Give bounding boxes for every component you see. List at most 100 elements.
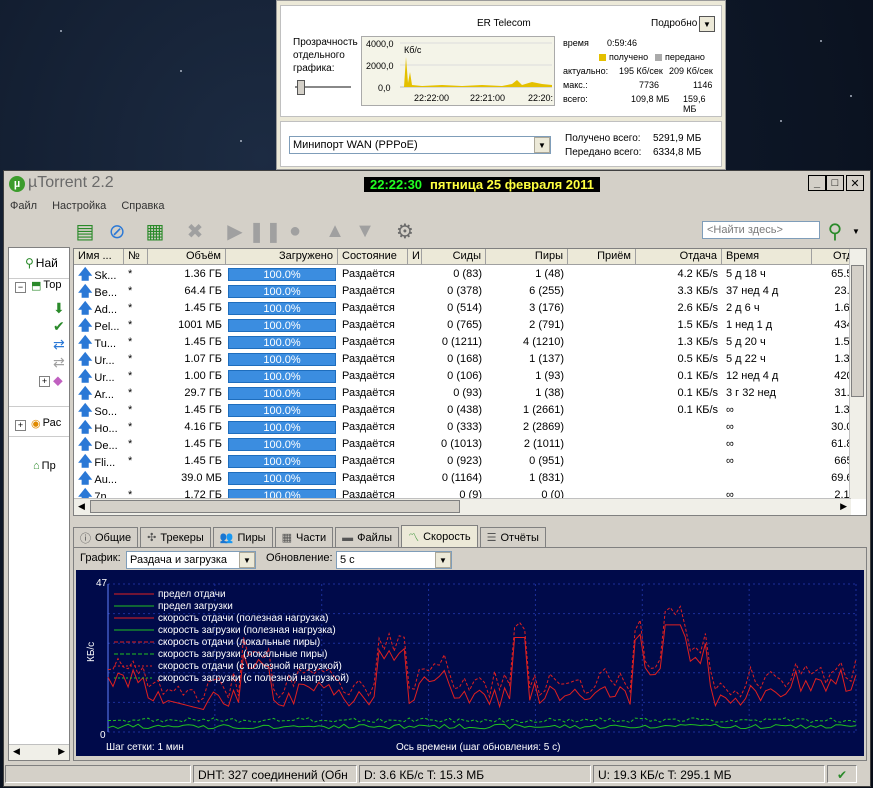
cell-name: 🡅 Ar... bbox=[74, 385, 124, 402]
tab-trackers[interactable]: ✣ Трекеры bbox=[140, 527, 211, 547]
table-row[interactable]: 🡅 So... * 1.45 ГБ 100.0% Раздаётся 0 (438) 1 (2… bbox=[74, 402, 866, 419]
move-down-icon[interactable]: ▼ bbox=[352, 218, 378, 244]
active-icon[interactable]: ⇄ bbox=[53, 336, 65, 353]
legend-label: скорость отдачи (полезная нагрузка) bbox=[158, 612, 329, 624]
sidebar-horizontal-scrollbar[interactable]: ◀ ▶ bbox=[9, 744, 69, 760]
table-row[interactable]: 🡅 De... * 1.45 ГБ 100.0% Раздаётся 0 (1013) 2 (… bbox=[74, 436, 866, 453]
scroll-left-icon[interactable]: ◀ bbox=[78, 501, 85, 512]
table-row[interactable]: 🡅 Ad... * 1.45 ГБ 100.0% Раздаётся 0 (514) 3 (1… bbox=[74, 300, 866, 317]
expand-labels-icon[interactable]: + bbox=[39, 376, 50, 387]
received-all-label: Получено всего: bbox=[565, 133, 641, 144]
torrent-list-horizontal-scrollbar[interactable]: ◀ ▶ bbox=[74, 498, 851, 515]
sidebar-item-apps[interactable]: ⌂ Пр bbox=[33, 460, 56, 472]
cell-up-speed: 1.5 КБ/s bbox=[677, 319, 718, 331]
col-down-speed[interactable]: Приём bbox=[568, 249, 636, 264]
expand-torrents-icon[interactable]: − bbox=[15, 282, 26, 293]
gear-icon[interactable]: ⚙ bbox=[392, 218, 418, 244]
chevron-down-icon[interactable]: ▼ bbox=[435, 552, 451, 568]
status-dht[interactable]: DHT: 327 соединений (Обн bbox=[193, 765, 357, 783]
torrent-name: Be... bbox=[94, 287, 118, 299]
transparency-slider-thumb[interactable] bbox=[297, 80, 305, 95]
tab-peers[interactable]: 👥 Пиры bbox=[212, 527, 273, 547]
col-up-speed[interactable]: Отдача bbox=[636, 249, 722, 264]
start-icon[interactable]: ▶ bbox=[222, 218, 248, 244]
cell-eta: ∞ bbox=[726, 404, 734, 416]
horizontal-scroll-thumb[interactable] bbox=[90, 500, 460, 513]
vertical-scroll-thumb[interactable] bbox=[851, 265, 864, 397]
search-icon[interactable]: ⚲ bbox=[822, 218, 848, 244]
cell-size: 4.16 ГБ bbox=[184, 421, 222, 433]
clock-date: пятница 25 февраля 2011 bbox=[430, 177, 595, 192]
torrent-list-vertical-scrollbar[interactable] bbox=[849, 249, 866, 499]
label-tag-icon[interactable]: ⬥ bbox=[53, 372, 63, 389]
remove-icon[interactable]: ✖ bbox=[182, 218, 208, 244]
col-size[interactable]: Объём bbox=[148, 249, 226, 264]
menu-file[interactable]: Файл bbox=[4, 197, 43, 215]
col-i[interactable]: И bbox=[408, 249, 422, 264]
move-up-icon[interactable]: ▲ bbox=[322, 218, 348, 244]
tab-pieces[interactable]: ▦ Части bbox=[274, 527, 334, 547]
col-peers[interactable]: Пиры bbox=[486, 249, 568, 264]
table-row[interactable]: 🡅 Tu... * 1.45 ГБ 100.0% Раздаётся 0 (1211) 4 (… bbox=[74, 334, 866, 351]
create-torrent-icon[interactable]: ▦ bbox=[142, 218, 168, 244]
minimize-button[interactable]: _ bbox=[808, 175, 826, 191]
tab-files[interactable]: ▬ Файлы bbox=[335, 527, 400, 547]
sidebar-divider bbox=[9, 436, 69, 437]
table-row[interactable]: 🡅 Fli... * 1.45 ГБ 100.0% Раздаётся 0 (923) 0 (… bbox=[74, 453, 866, 470]
table-row[interactable]: 🡅 Be... * 64.4 ГБ 100.0% Раздаётся 0 (378) 6 (2… bbox=[74, 283, 866, 300]
sidebar-search[interactable]: ⚲ Най bbox=[25, 256, 58, 270]
detail-dropdown-button[interactable]: ▼ bbox=[699, 16, 715, 32]
adapter-select[interactable]: Минипорт WAN (PPPoE) ▼ bbox=[289, 136, 551, 154]
graph-type-select[interactable]: Раздача и загрузка ▼ bbox=[126, 551, 256, 569]
network-ok-icon[interactable]: ✔ bbox=[827, 765, 857, 783]
close-button[interactable]: ✕ bbox=[846, 175, 864, 191]
inactive-icon[interactable]: ⇄ bbox=[53, 354, 65, 371]
tab-general[interactable]: ⓘ Общие bbox=[73, 527, 139, 547]
sidebar-item-torrents[interactable]: ⬒ Тор bbox=[31, 279, 62, 292]
table-row[interactable]: 🡅 Ho... * 4.16 ГБ 100.0% Раздаётся 0 (333) 2 (2… bbox=[74, 419, 866, 436]
scroll-right-icon[interactable]: ▶ bbox=[840, 501, 847, 512]
table-row[interactable]: 🡅 Au... 39.0 МБ 100.0% Раздаётся 0 (1164) 1 (8… bbox=[74, 470, 866, 487]
cell-number: * bbox=[128, 421, 133, 433]
sidebar-item-rss[interactable]: ◉ Рас bbox=[31, 417, 61, 430]
status-download[interactable]: D: 3.6 КБ/с T: 15.3 МБ bbox=[359, 765, 591, 783]
add-url-icon[interactable]: ⊘ bbox=[104, 218, 130, 244]
table-row[interactable]: 🡅 Ur... * 1.00 ГБ 100.0% Раздаётся 0 (106) 1 (9… bbox=[74, 368, 866, 385]
col-done[interactable]: Загружено bbox=[226, 249, 338, 264]
menu-settings[interactable]: Настройка bbox=[46, 197, 112, 215]
legend-item: скорость загрузки (локальные пиры) bbox=[114, 648, 349, 660]
search-input[interactable]: <Найти здесь> bbox=[702, 221, 820, 239]
cell-eta: 3 г 32 нед bbox=[726, 387, 776, 399]
update-interval-select[interactable]: 5 с ▼ bbox=[336, 551, 452, 569]
status-upload[interactable]: U: 19.3 КБ/с T: 295.1 МБ bbox=[593, 765, 825, 783]
cell-number: * bbox=[128, 302, 133, 314]
downloading-icon[interactable]: ⬇ bbox=[53, 300, 65, 317]
window-title: µTorrent 2.2 bbox=[28, 174, 114, 191]
add-torrent-icon[interactable]: ▤ bbox=[72, 218, 98, 244]
tab-logger[interactable]: ☰ Отчёты bbox=[479, 527, 546, 547]
stop-icon[interactable]: ● bbox=[282, 218, 308, 244]
chevron-down-icon[interactable]: ▼ bbox=[239, 552, 255, 568]
menu-help[interactable]: Справка bbox=[115, 197, 170, 215]
table-row[interactable]: 🡅 Ar... * 29.7 ГБ 100.0% Раздаётся 0 (93) 1 (38… bbox=[74, 385, 866, 402]
search-dropdown-icon[interactable]: ▼ bbox=[852, 227, 860, 236]
tab-speed[interactable]: 〽 Скорость bbox=[401, 525, 478, 547]
pause-icon[interactable]: ❚❚ bbox=[248, 218, 282, 244]
pieces-icon: ▦ bbox=[281, 532, 292, 544]
chevron-down-icon[interactable]: ▼ bbox=[534, 137, 550, 153]
table-row[interactable]: 🡅 Sk... * 1.36 ГБ 100.0% Раздаётся 0 (83) 1 (48… bbox=[74, 266, 866, 283]
col-status[interactable]: Состояние bbox=[338, 249, 408, 264]
cell-size: 29.7 ГБ bbox=[184, 387, 222, 399]
col-seeds[interactable]: Сиды bbox=[422, 249, 486, 264]
scroll-left-icon[interactable]: ◀ bbox=[13, 746, 20, 757]
table-row[interactable]: 🡅 Ur... * 1.07 ГБ 100.0% Раздаётся 0 (168) 1 (1… bbox=[74, 351, 866, 368]
cell-down-speed bbox=[568, 385, 636, 402]
maximize-button[interactable]: □ bbox=[826, 175, 844, 191]
expand-rss-icon[interactable]: + bbox=[15, 420, 26, 431]
table-row[interactable]: 🡅 Pel... * 1001 МБ 100.0% Раздаётся 0 (765) 2 (… bbox=[74, 317, 866, 334]
col-name[interactable]: Имя ... bbox=[74, 249, 124, 264]
scroll-right-icon[interactable]: ▶ bbox=[58, 746, 65, 757]
col-number[interactable]: № bbox=[124, 249, 148, 264]
col-eta[interactable]: Время bbox=[722, 249, 812, 264]
completed-check-icon[interactable]: ✔ bbox=[53, 318, 65, 335]
